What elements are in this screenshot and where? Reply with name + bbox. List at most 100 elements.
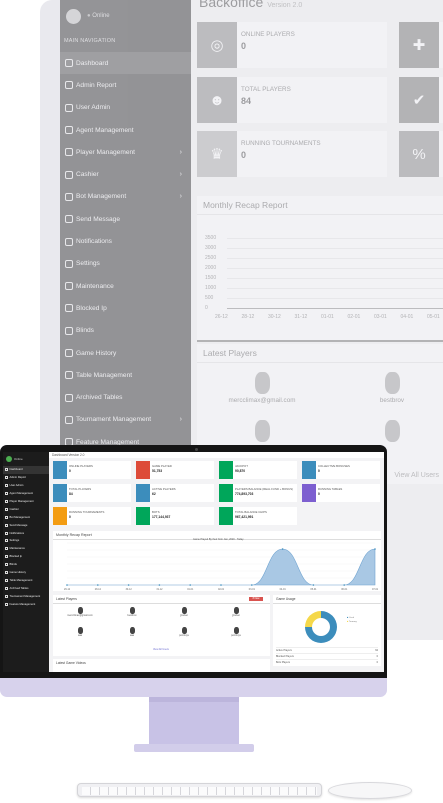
y-tick-label: 2000	[205, 265, 217, 271]
player-card[interactable]	[347, 420, 437, 445]
stat-card: PLAYERS BALANCE (REAL FUND + BONUS) 774,8…	[219, 484, 297, 502]
stat-card-value: 0	[318, 492, 320, 496]
top-bar-title: Dashboard Version 2.0	[49, 452, 384, 458]
legend-tourney: Tourney	[348, 621, 357, 623]
stat-card-value: 0	[69, 515, 71, 519]
player-card[interactable]: bestbrov	[117, 607, 147, 617]
player-card[interactable]: bestbrov	[347, 372, 437, 404]
stat-card-label: ONLINE PLAYERS	[241, 31, 295, 38]
x-tick-label: 30-12	[126, 588, 133, 591]
nav-item[interactable]: Maintenance	[3, 545, 49, 553]
player-card[interactable]: pomboys	[169, 627, 199, 637]
nav-item[interactable]: Agent Management	[3, 490, 49, 498]
table-icon	[65, 371, 73, 380]
stat-card-label: RUNNING TABLES	[318, 487, 343, 491]
stat-card: TOTAL PLAYERS 84	[53, 484, 131, 502]
nav-item[interactable]: Admin Report	[3, 474, 49, 482]
nav-item-blocked-ip[interactable]: Blocked Ip	[60, 297, 191, 319]
player-card[interactable]: pomboys	[221, 627, 251, 637]
nav-item-table-management[interactable]: Table Management	[60, 364, 191, 386]
nav-item[interactable]: Player Management	[3, 498, 49, 506]
x-tick-label: 02-01	[218, 588, 225, 591]
nav-item-user-admin[interactable]: User Admin	[60, 97, 191, 119]
stat-card-label: JACKPOT	[235, 464, 248, 468]
nav-item-label: Archived Tables	[9, 586, 29, 590]
stat-card-label: COLLECTIVE BONUSES	[318, 464, 350, 468]
player-card[interactable]: aaa	[117, 627, 147, 637]
view-all-users-link[interactable]: View All Users	[153, 648, 169, 651]
player-card[interactable]: mercclimax@gmail.com	[65, 607, 95, 617]
stat-card-value: 51,753	[152, 469, 163, 473]
nav-item[interactable]: Archived Tables	[3, 584, 49, 592]
x-tick-label: 06-01	[341, 588, 348, 591]
nav-item-icon	[5, 492, 8, 496]
nav-item-label: Blinds	[9, 563, 17, 567]
sidebar: Online Dashboard Admin Report User Admin Ag…	[3, 452, 49, 672]
nav-item[interactable]: Bot Management	[3, 513, 49, 521]
nav-item[interactable]: Game History	[3, 569, 49, 577]
nav-item-label: Agent Management	[9, 492, 33, 496]
nav-item-blinds[interactable]: Blinds	[60, 320, 191, 342]
nav-item-icon	[5, 563, 8, 567]
stat-card: TOTAL BALANCE CHIPS 967,421,991	[219, 507, 297, 525]
nav-item[interactable]: Dashboard	[3, 466, 49, 474]
player-card[interactable]: aaa	[65, 627, 95, 637]
chart-gridline	[227, 278, 443, 279]
player-name: bestbrov	[127, 614, 137, 617]
nav-item-agent-management[interactable]: Agent Management	[60, 119, 191, 141]
y-tick-label: 1000	[205, 285, 217, 291]
globe-icon: ◎	[197, 22, 237, 68]
nav-item[interactable]: User Admin	[3, 482, 49, 490]
nav-item[interactable]: Cashier	[3, 505, 49, 513]
bg-user-panel: ● Online	[60, 0, 191, 32]
player-name: bestbrov	[379, 397, 405, 404]
nav-item-label: Bot Management	[76, 193, 127, 201]
nav-item[interactable]: Tournament Management	[3, 592, 49, 600]
nav-item[interactable]: Blocked Ip	[3, 553, 49, 561]
player-card[interactable]: jjrocket	[169, 607, 199, 617]
stat-card-icon	[136, 484, 150, 502]
nav-item-label: Game History	[9, 571, 26, 575]
nav-item-bot-management[interactable]: Bot Management ›	[60, 186, 191, 208]
nav-item-player-management[interactable]: Player Management ›	[60, 141, 191, 163]
stat-card-value: 84	[241, 96, 252, 106]
nav-item-game-history[interactable]: Game History	[60, 342, 191, 364]
nav-item-settings[interactable]: Settings	[60, 253, 191, 275]
player-avatar	[129, 627, 135, 634]
nav-item[interactable]: Notifications	[3, 529, 49, 537]
nav-item-icon	[5, 507, 8, 511]
nav-item-dashboard[interactable]: Dashboard	[60, 52, 191, 75]
nav-item[interactable]: Settings	[3, 537, 49, 545]
cashier-icon	[65, 170, 73, 179]
nav-item-admin-report[interactable]: Admin Report	[60, 74, 191, 96]
nav-item-send-message[interactable]: Send Message	[60, 208, 191, 230]
user-admin-icon	[65, 103, 73, 112]
nav-item-notifications[interactable]: Notifications	[60, 230, 191, 252]
nav-item[interactable]: Send Message	[3, 521, 49, 529]
player-card[interactable]: jjrocket	[221, 607, 251, 617]
stat-card: ✔ACTIVE PLAYERS62	[399, 77, 443, 123]
nav-item-label: Settings	[9, 539, 20, 543]
player-avatar	[254, 420, 270, 442]
chart-gridline	[227, 258, 443, 259]
player-name: jjrocket	[232, 614, 240, 617]
x-tick-label: 01-01	[321, 314, 334, 320]
trophy-icon: ♛	[197, 131, 237, 177]
player-card[interactable]	[217, 420, 307, 445]
player-card[interactable]: mercclimax@gmail.com	[217, 372, 307, 404]
latest-game-videos-panel: Latest Game Videos	[53, 659, 270, 672]
nav-item[interactable]: Table Management	[3, 576, 49, 584]
player-avatar	[181, 607, 187, 614]
nav-item-cashier[interactable]: Cashier ›	[60, 163, 191, 185]
usage-row-label: Blocked Players	[276, 655, 294, 658]
nav-item[interactable]: Blinds	[3, 561, 49, 569]
stand-shadow	[149, 697, 239, 702]
nav-item-label: Send Message	[76, 215, 120, 223]
nav-item-archived-tables[interactable]: Archived Tables	[60, 386, 191, 408]
bg-view-all-users-link[interactable]: View All Users	[394, 472, 439, 479]
nav-item-icon	[5, 515, 8, 519]
x-tick-label: 05-01	[310, 588, 317, 591]
nav-item[interactable]: Feature Management	[3, 600, 49, 608]
nav-item-tournament-management[interactable]: Tournament Management ›	[60, 409, 191, 431]
nav-item-maintenance[interactable]: Maintenance	[60, 275, 191, 297]
